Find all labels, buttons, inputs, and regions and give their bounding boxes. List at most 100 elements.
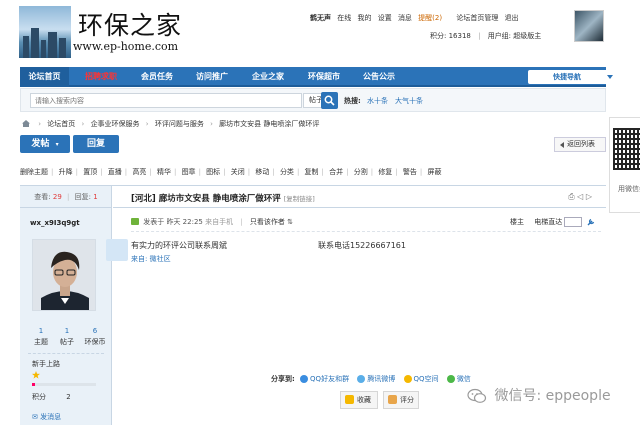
tool-split[interactable]: 分割 (354, 168, 368, 176)
only-author-link[interactable]: 只看该作者 (250, 218, 285, 226)
author-threads-stat[interactable]: 1 主题 (28, 326, 54, 348)
send-message-link[interactable]: ✉ 发消息 (32, 412, 61, 422)
share-bar: 分享到: QQ好友和群 腾讯微博 QQ空间 微信 (271, 374, 477, 384)
tool-copy[interactable]: 复制 (305, 168, 319, 176)
admin-link[interactable]: 论坛首页管理 (456, 14, 498, 22)
qr-panel[interactable]: 用微信扫 互动 (609, 117, 640, 213)
user-group-label[interactable]: 用户组: 超级版主 (488, 32, 542, 40)
author-posts-stat[interactable]: 1 帖子 (54, 326, 80, 348)
tool-block[interactable]: 屏蔽 (428, 168, 442, 176)
rate-button[interactable]: 评分 (383, 391, 419, 409)
hot-search-link[interactable]: 大气十条 (395, 96, 423, 106)
breadcrumb-current[interactable]: 廊坊市文安县 静电喷涂厂做环评 (219, 120, 319, 128)
reply-count: 1 (93, 193, 98, 201)
breadcrumb-item[interactable]: 环评问题与服务 (155, 120, 204, 128)
search-icon (324, 95, 335, 106)
new-post-button[interactable]: 发帖 ▾ (20, 135, 70, 153)
points-label[interactable]: 积分: 16318 (430, 32, 471, 40)
tool-close[interactable]: 关闭 (231, 168, 245, 176)
share-label: 分享到: (271, 375, 295, 383)
user-avatar[interactable] (574, 10, 604, 42)
wrench-icon[interactable] (587, 218, 595, 226)
chevron-down-icon (607, 75, 613, 79)
tool-repair[interactable]: 修复 (378, 168, 392, 176)
post-content: 有实力的环评公司联系周斌 (131, 241, 227, 250)
reply-button[interactable]: 回复 (73, 135, 119, 153)
nav-enterprise[interactable]: 企业之家 (242, 67, 294, 87)
nav-member-tasks[interactable]: 会员任务 (131, 67, 183, 87)
nav-announcements[interactable]: 公告公示 (353, 67, 405, 87)
thread-title-bar: [河北] 廊坊市文安县 静电喷涂厂做环评 [复制链接] ⎙ ◁ ▷ (113, 186, 606, 208)
tool-icon[interactable]: 图标 (206, 168, 220, 176)
nav-forum-home[interactable]: 论坛首页 (20, 67, 69, 87)
tool-category[interactable]: 分类 (280, 168, 294, 176)
qr-text: 用微信扫 互动 (618, 185, 640, 193)
user-info-bar: 积分: 16318 | 用户组: 超级版主 (430, 32, 542, 40)
tool-bump[interactable]: 升降 (59, 168, 73, 176)
tool-delete-thread[interactable]: 删除主题 (20, 168, 48, 176)
author-points: 积分 2 (32, 393, 71, 401)
online-status[interactable]: 在线 (337, 14, 351, 22)
share-tencent-weibo[interactable]: 腾讯微博 (357, 375, 395, 383)
share-qq-friends[interactable]: QQ好友和群 (300, 375, 349, 383)
title-icons: ⎙ ◁ ▷ (568, 192, 592, 202)
breadcrumb-item[interactable]: 论坛首页 (47, 120, 75, 128)
my-link[interactable]: 我的 (357, 14, 371, 22)
settings-link[interactable]: 设置 (378, 14, 392, 22)
share-wechat[interactable]: 微信 (446, 375, 471, 383)
breadcrumb: › 论坛首页 › 企事业环保服务 › 环评问题与服务 › 廊坊市文安县 静电喷涂… (22, 119, 319, 129)
tool-digest[interactable]: 精华 (157, 168, 171, 176)
author-group[interactable]: 新手上路 (32, 359, 60, 369)
logo-title[interactable]: 环保之家 (78, 6, 182, 42)
nav-promotion[interactable]: 访问推广 (186, 67, 238, 87)
remind-link[interactable]: 提醒(2) (418, 14, 442, 22)
author-coins-stat[interactable]: 6 环保币 (82, 326, 108, 348)
quick-nav-label: 快捷导航 (553, 73, 581, 81)
print-icon[interactable]: ⎙ (568, 192, 574, 201)
tool-move[interactable]: 移动 (255, 168, 269, 176)
post-source-link[interactable]: 来自: 微社区 (131, 254, 171, 264)
favorite-button[interactable]: 收藏 (340, 391, 378, 409)
wechat-icon (446, 375, 455, 383)
nav-eco-market[interactable]: 环保超市 (298, 67, 350, 87)
logout-link[interactable]: 退出 (505, 14, 519, 22)
prev-thread-icon[interactable]: ◁ (577, 192, 583, 201)
wechat-icon (467, 388, 487, 403)
breadcrumb-item[interactable]: 企事业环保服务 (91, 120, 140, 128)
tool-sticky[interactable]: 置顶 (83, 168, 97, 176)
thumb-up-icon (388, 395, 397, 404)
messages-link[interactable]: 消息 (398, 14, 412, 22)
post-phone: 联系电话15226667161 (318, 241, 406, 250)
author-avatar[interactable] (32, 239, 96, 311)
qq-icon (300, 375, 309, 383)
post-meta: 发表于 昨天 22:25 来自手机 | 只看该作者 ⇅ (131, 217, 293, 227)
floor-info: 楼主 电梯直达 (510, 217, 595, 227)
sort-icon[interactable]: ⇅ (287, 218, 293, 226)
view-count: 29 (52, 193, 62, 201)
search-button[interactable] (321, 92, 338, 109)
star-icon (345, 395, 354, 404)
thread-title: [河北] 廊坊市文安县 静电喷涂厂做环评 [复制链接] (131, 194, 315, 204)
next-thread-icon[interactable]: ▷ (586, 192, 592, 201)
copy-link[interactable]: [复制链接] (284, 195, 315, 203)
back-to-list-label: 返回列表 (567, 140, 595, 148)
quick-nav-button[interactable]: 快捷导航 (528, 70, 620, 84)
online-icon (131, 218, 139, 225)
back-to-list-button[interactable]: 返回列表 (554, 137, 606, 152)
username-link[interactable]: 鹤无声 (310, 14, 331, 22)
author-name[interactable]: wx_x9I3q9gt (30, 219, 80, 227)
logo-image[interactable] (19, 6, 71, 58)
home-icon[interactable] (22, 120, 30, 127)
tool-live[interactable]: 直播 (108, 168, 122, 176)
post-client: 来自手机 (205, 218, 234, 226)
nav-jobs[interactable]: 招聘求职 (75, 67, 127, 87)
tool-warn[interactable]: 警告 (403, 168, 417, 176)
goto-floor-input[interactable] (564, 217, 583, 227)
share-qzone[interactable]: QQ空间 (403, 375, 439, 383)
tool-stamp[interactable]: 图章 (182, 168, 196, 176)
tool-merge[interactable]: 合并 (329, 168, 343, 176)
hot-search-link[interactable]: 水十条 (367, 96, 388, 106)
star-icon (32, 371, 40, 379)
tool-highlight[interactable]: 高亮 (132, 168, 146, 176)
search-input[interactable] (30, 93, 302, 108)
